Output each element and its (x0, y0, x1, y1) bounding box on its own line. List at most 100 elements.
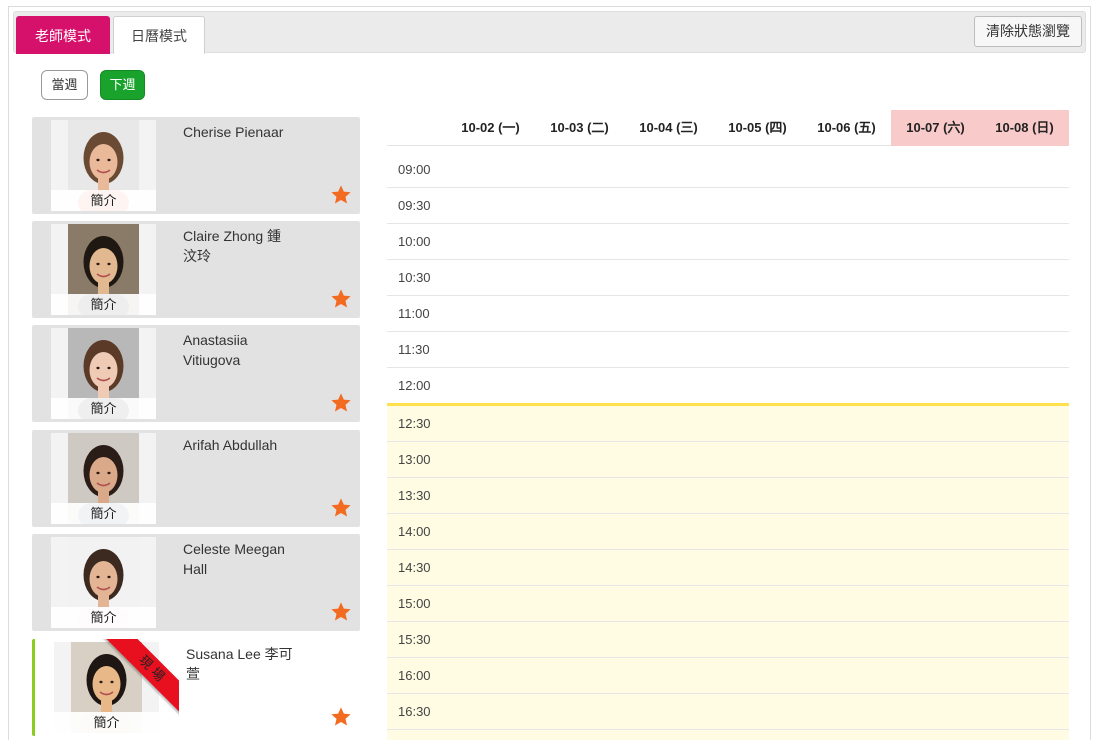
star-shape (331, 185, 351, 204)
star-icon[interactable] (330, 288, 352, 310)
teacher-name: Arifah Abdullah (183, 437, 278, 453)
time-label: 16:30 (398, 704, 431, 719)
teacher-name: Claire Zhong 鍾汶玲 (183, 228, 282, 264)
teacher-name: Susana Lee 李可萱 (186, 646, 293, 682)
teacher-card[interactable]: 簡介 Susana Lee 李可萱 現場 (32, 639, 360, 736)
day-header: 10-07 (六) (891, 110, 980, 146)
time-label: 16:00 (398, 668, 431, 683)
photo-eye-right (107, 366, 111, 370)
teacher-card[interactable]: 簡介 Anastasiia Vitiugova (32, 325, 360, 422)
day-header: 10-04 (三) (639, 120, 698, 135)
time-label: 09:30 (398, 198, 431, 213)
clear-browsing-button[interactable]: 清除狀態瀏覽 (974, 16, 1082, 47)
time-slot-row: 10:00 (387, 224, 1069, 260)
page-frame: 老師模式 日曆模式 清除狀態瀏覽 當週 下週 簡介 Cherise Pienaar… (8, 6, 1091, 740)
photo-eye-left (96, 575, 100, 579)
photo-eye-right (107, 471, 111, 475)
time-slot-row: 13:00 (387, 442, 1069, 478)
star-icon[interactable] (330, 706, 352, 728)
photo-face (92, 666, 121, 702)
time-slot-row: 14:30 (387, 550, 1069, 586)
teacher-photo-frame: 簡介 (51, 537, 156, 628)
teacher-card[interactable]: 簡介 Cherise Pienaar (32, 117, 360, 214)
teacher-photo-frame: 簡介 (51, 328, 156, 419)
mode-tab-bar: 老師模式 日曆模式 清除狀態瀏覽 (13, 11, 1086, 54)
photo-eye-left (96, 262, 100, 266)
photo-eye-right (110, 680, 114, 684)
teacher-photo-frame: 簡介 (51, 433, 156, 524)
time-slot-row: 10:30 (387, 260, 1069, 296)
time-label: 12:30 (398, 416, 431, 431)
teacher-intro-button[interactable]: 簡介 (51, 398, 156, 419)
day-header: 10-06 (五) (817, 120, 876, 135)
teacher-intro-button[interactable]: 簡介 (51, 294, 156, 315)
day-header: 10-03 (二) (550, 120, 609, 135)
teacher-intro-button[interactable]: 簡介 (51, 607, 156, 628)
photo-face (89, 352, 118, 388)
current-week-button[interactable]: 當週 (41, 70, 88, 100)
time-slot-row: 14:00 (387, 514, 1069, 550)
time-slot-row: 17:00 (387, 730, 1069, 740)
day-header: 10-08 (日) (980, 110, 1069, 146)
tab-teacher-mode[interactable]: 老師模式 (16, 16, 110, 54)
noon-divider (387, 403, 1069, 406)
star-shape (331, 498, 351, 517)
photo-face (89, 144, 118, 180)
time-slot-row: 13:30 (387, 478, 1069, 514)
time-slot-row: 15:30 (387, 622, 1069, 658)
teacher-intro-button[interactable]: 簡介 (51, 190, 156, 211)
time-slot-row: 12:30 (387, 406, 1069, 442)
teacher-name: Anastasiia Vitiugova (183, 332, 248, 368)
star-icon[interactable] (330, 392, 352, 414)
photo-face (89, 561, 118, 597)
teacher-card[interactable]: 簡介 Celeste Meegan Hall (32, 534, 360, 631)
tab-calendar-mode[interactable]: 日曆模式 (113, 16, 205, 54)
photo-eye-left (96, 366, 100, 370)
next-week-button[interactable]: 下週 (100, 70, 145, 100)
time-label: 13:00 (398, 452, 431, 467)
time-slot-row: 15:00 (387, 586, 1069, 622)
time-label: 15:30 (398, 632, 431, 647)
time-label: 15:00 (398, 596, 431, 611)
calendar-header: 10-02 (一) 10-03 (二) 10-04 (三) 10-05 (四) 10-0… (387, 110, 1069, 146)
teacher-intro-button[interactable]: 簡介 (51, 503, 156, 524)
time-label: 17:00 (398, 730, 431, 740)
time-slot-row: 11:30 (387, 332, 1069, 368)
time-slot-row: 11:00 (387, 296, 1069, 332)
star-icon[interactable] (330, 184, 352, 206)
time-slot-row: 09:30 (387, 188, 1069, 224)
time-label: 10:30 (398, 270, 431, 285)
teacher-intro-button[interactable]: 簡介 (54, 712, 159, 733)
time-label: 11:30 (398, 342, 430, 357)
star-shape (331, 289, 351, 308)
time-label: 14:30 (398, 560, 431, 575)
teacher-card[interactable]: 簡介 Claire Zhong 鍾汶玲 (32, 221, 360, 318)
star-shape (331, 602, 351, 621)
star-shape (331, 707, 351, 726)
photo-eye-left (96, 158, 100, 162)
time-slot-row: 16:30 (387, 694, 1069, 730)
photo-face (89, 457, 118, 493)
time-label: 09:00 (398, 162, 431, 177)
teacher-name: Cherise Pienaar (183, 124, 284, 140)
time-label: 14:00 (398, 524, 431, 539)
day-header: 10-02 (一) (461, 120, 520, 135)
teacher-photo-frame: 簡介 (54, 642, 159, 733)
time-label: 12:00 (398, 378, 431, 393)
time-label: 10:00 (398, 234, 431, 249)
teacher-card[interactable]: 簡介 Arifah Abdullah (32, 430, 360, 527)
photo-eye-right (107, 575, 111, 579)
star-icon[interactable] (330, 601, 352, 623)
photo-eye-left (99, 680, 103, 684)
day-header: 10-05 (四) (728, 120, 787, 135)
star-icon[interactable] (330, 497, 352, 519)
photo-eye-left (96, 471, 100, 475)
photo-eye-right (107, 158, 111, 162)
photo-face (89, 248, 118, 284)
time-label: 11:00 (398, 306, 430, 321)
teacher-photo-frame: 簡介 (51, 120, 156, 211)
photo-eye-right (107, 262, 111, 266)
teacher-name: Celeste Meegan Hall (183, 541, 285, 577)
time-slot-row: 09:00 (387, 152, 1069, 188)
time-slot-row: 16:00 (387, 658, 1069, 694)
